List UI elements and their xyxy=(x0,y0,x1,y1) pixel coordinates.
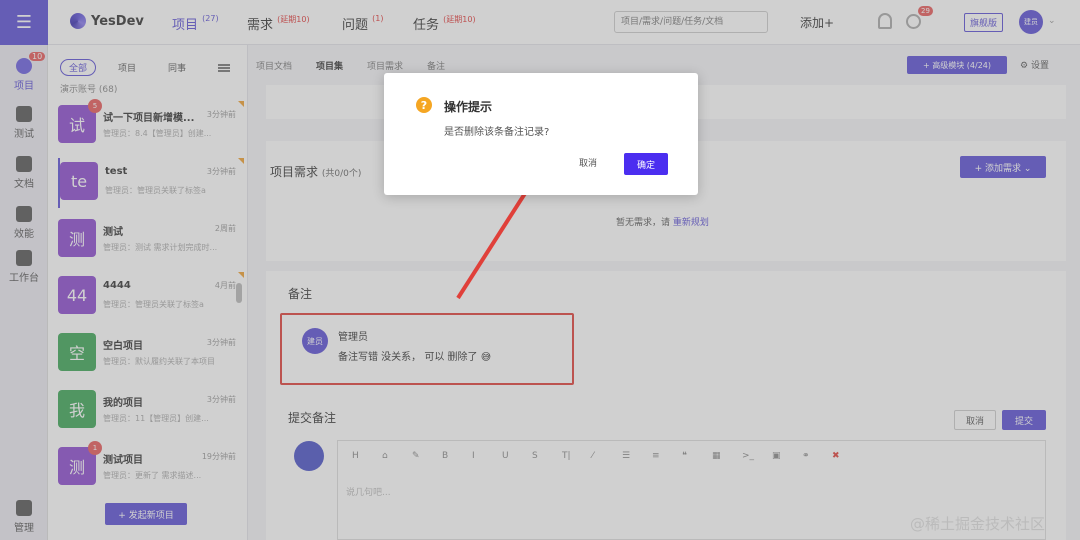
dialog-message: 是否删除该条备注记录? xyxy=(444,127,550,138)
confirm-dialog: ? 操作提示 是否删除该条备注记录? 取消 确定 xyxy=(384,73,698,195)
dialog-ok-button[interactable]: 确定 xyxy=(624,153,668,175)
dialog-title: 操作提示 xyxy=(444,100,493,114)
dialog-cancel-button[interactable]: 取消 xyxy=(579,156,597,169)
question-icon: ? xyxy=(416,97,432,113)
watermark: @稀土掘金技术社区 xyxy=(910,515,1046,533)
